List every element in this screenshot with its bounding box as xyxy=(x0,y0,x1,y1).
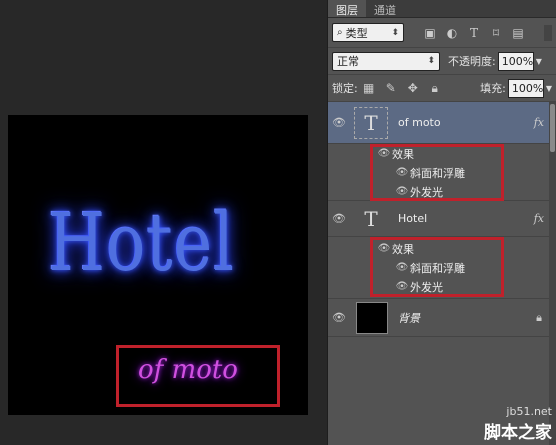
layers-scrollbar[interactable] xyxy=(549,102,556,445)
eye-icon[interactable]: 👁︎ xyxy=(328,311,350,324)
layer-name[interactable]: of moto xyxy=(398,116,441,129)
canvas-workspace[interactable]: Hotel of moto xyxy=(0,0,327,445)
layer-of-moto[interactable]: 👁︎ T of moto fx xyxy=(328,102,550,144)
watermark: jb51.net 脚本之家 xyxy=(484,405,552,443)
fill-slider-arrow[interactable]: ▼ xyxy=(546,84,552,93)
type-filter-icon[interactable]: T xyxy=(466,25,482,41)
hotel-text-art: Hotel xyxy=(48,196,235,289)
effects-highlight-box xyxy=(370,144,504,201)
eye-icon[interactable]: 👁︎ xyxy=(328,212,350,225)
lock-image-icon[interactable]: ✎ xyxy=(383,80,399,96)
smart-object-filter-icon[interactable]: ▤ xyxy=(510,25,526,41)
blend-mode-dropdown[interactable]: 正常 ⬍ xyxy=(332,51,440,71)
search-icon: ⌕ xyxy=(337,27,343,38)
watermark-name: 脚本之家 xyxy=(484,423,552,443)
layers-list: 👁︎ T of moto fx 👁︎ 效果 👁︎ 斜面和浮雕 👁︎ 外发光 👁︎… xyxy=(328,102,550,337)
image-filter-icon[interactable]: ▣ xyxy=(422,25,438,41)
blend-row: 正常 ⬍ 不透明度: 100% ▼ xyxy=(328,48,556,75)
layer-background[interactable]: 👁︎ 背景 🔒︎ xyxy=(328,299,550,337)
fill-label: 填充: xyxy=(480,82,506,95)
adjustment-filter-icon[interactable]: ◐ xyxy=(444,25,460,41)
filter-row: ⌕ 类型 ⬍ ▣ ◐ T ⌑ ▤ xyxy=(328,18,556,48)
opacity-slider-arrow[interactable]: ▼ xyxy=(536,57,542,66)
fx-icon[interactable]: fx xyxy=(534,212,544,225)
filter-kind-label: 类型 xyxy=(345,26,368,40)
fx-icon[interactable]: fx xyxy=(534,116,544,129)
of-moto-highlight-box xyxy=(116,345,280,407)
type-layer-thumbnail-icon: T xyxy=(364,206,378,231)
filter-toggle[interactable] xyxy=(544,24,552,41)
effects-highlight-box xyxy=(370,237,504,297)
fill-field[interactable]: 100% xyxy=(507,78,544,98)
filter-kind-dropdown[interactable]: ⌕ 类型 ⬍ xyxy=(332,23,404,42)
opacity-field[interactable]: 100% xyxy=(497,51,534,71)
layer-name[interactable]: 背景 xyxy=(398,310,420,326)
layer-hotel[interactable]: 👁︎ T Hotel fx xyxy=(328,201,550,237)
background-thumbnail xyxy=(356,301,388,334)
eye-icon[interactable]: 👁︎ xyxy=(328,116,350,129)
effects-group-of-moto: 👁︎ 效果 👁︎ 斜面和浮雕 👁︎ 外发光 xyxy=(328,144,550,201)
lock-label: 锁定: xyxy=(332,82,358,95)
lock-position-icon[interactable]: ✥ xyxy=(405,80,421,96)
tab-layers[interactable]: 图层 xyxy=(328,0,366,17)
blend-mode-value: 正常 xyxy=(337,55,359,68)
type-layer-thumbnail-icon: T xyxy=(354,106,388,139)
scrollbar-thumb[interactable] xyxy=(550,104,555,152)
lock-icon: 🔒︎ xyxy=(536,310,542,324)
tab-channels[interactable]: 通道 xyxy=(366,0,404,17)
layers-panel: 图层 通道 ⌕ 类型 ⬍ ▣ ◐ T ⌑ ▤ 正常 ⬍ 不透明度: 100% ▼… xyxy=(327,0,556,445)
lock-row: 锁定: ▦ ✎ ✥ 🔒︎ 填充: 100% ▼ xyxy=(328,75,556,102)
panel-tabs: 图层 通道 xyxy=(328,0,556,18)
chevron-updown-icon: ⬍ xyxy=(427,56,435,66)
opacity-label: 不透明度: xyxy=(448,55,496,68)
effects-group-hotel: 👁︎ 效果 👁︎ 斜面和浮雕 👁︎ 外发光 xyxy=(328,237,550,299)
lock-transparency-icon[interactable]: ▦ xyxy=(361,80,377,96)
chevron-updown-icon: ⬍ xyxy=(391,27,399,38)
layer-name[interactable]: Hotel xyxy=(398,212,427,225)
shape-filter-icon[interactable]: ⌑ xyxy=(488,25,504,41)
lock-all-icon[interactable]: 🔒︎ xyxy=(427,80,443,96)
watermark-url: jb51.net xyxy=(506,405,552,418)
